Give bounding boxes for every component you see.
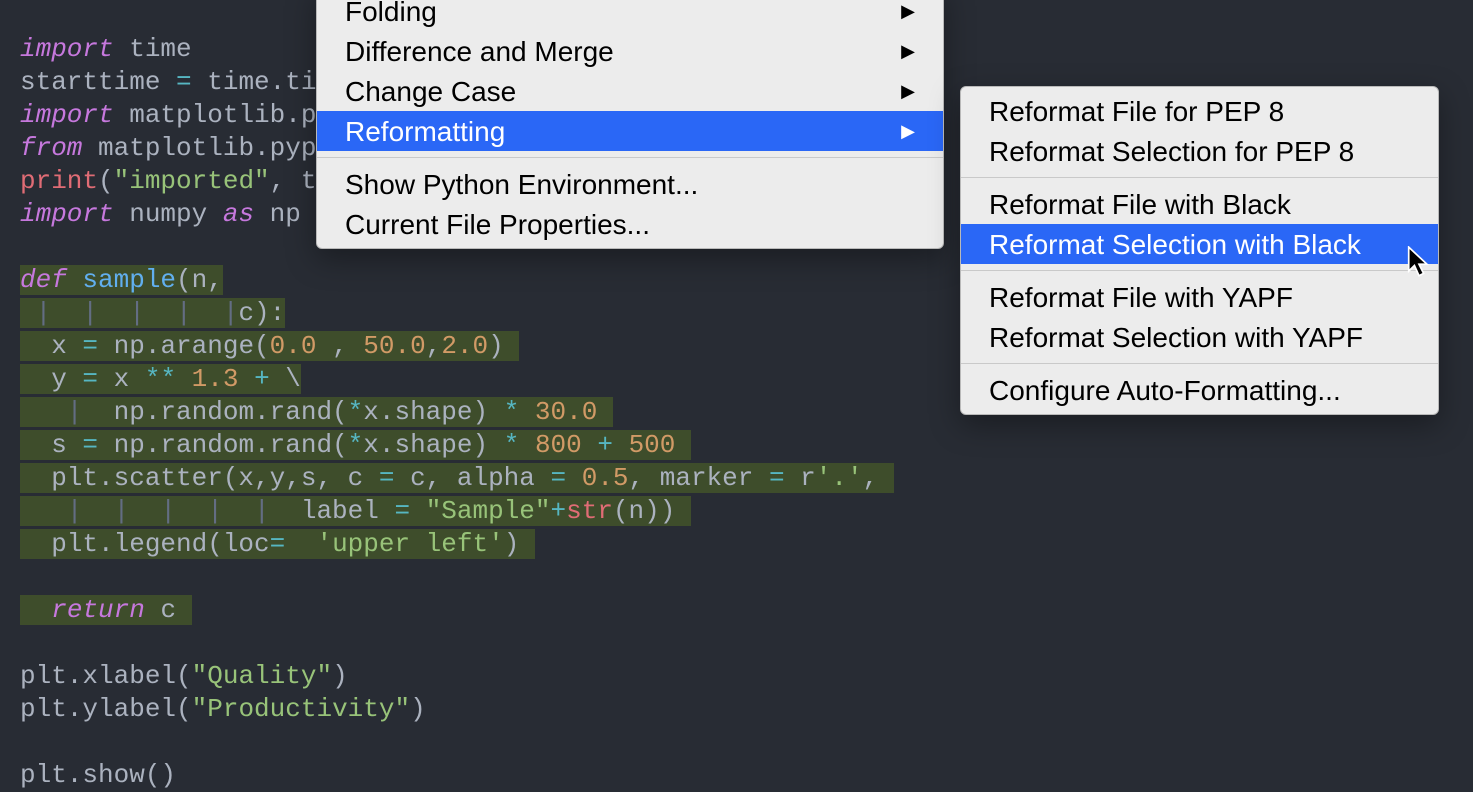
menu-item-label: Current File Properties...	[345, 208, 650, 241]
menu-item-label: Configure Auto-Formatting...	[989, 374, 1341, 407]
menu-separator	[961, 270, 1438, 271]
menu-item-label: Show Python Environment...	[345, 168, 698, 201]
menu-separator	[961, 363, 1438, 364]
code-line: plt.xlabel("Quality")	[20, 661, 348, 691]
menu-separator	[961, 177, 1438, 178]
submenu-arrow-icon: ▶	[901, 35, 915, 68]
code-line: import time	[20, 34, 192, 64]
code-line: from matplotlib.pyp	[20, 133, 316, 163]
menu-item-configure-auto-formatting[interactable]: Configure Auto-Formatting...	[961, 370, 1438, 410]
code-line-selected: def sample(n,	[20, 265, 223, 295]
menu-item-label: Reformat File with YAPF	[989, 281, 1293, 314]
code-line-selected: | np.random.rand(*x.shape) * 30.0	[20, 397, 613, 427]
menu-item-label: Reformat Selection with YAPF	[989, 321, 1363, 354]
menu-item-label: Reformatting	[345, 115, 505, 148]
menu-item-reformat-selection-yapf[interactable]: Reformat Selection with YAPF	[961, 317, 1438, 357]
code-line-selected: s = np.random.rand(*x.shape) * 800 + 500	[20, 430, 691, 460]
submenu-arrow-icon: ▶	[901, 0, 915, 28]
code-line-selected: | | | | | label = "Sample"+str(n))	[20, 496, 691, 526]
context-menu: Folding ▶ Difference and Merge ▶ Change …	[316, 0, 944, 249]
submenu-arrow-icon: ▶	[901, 115, 915, 148]
code-line-selected: y = x ** 1.3 + \	[20, 364, 301, 394]
code-line: import matplotlib.p	[20, 100, 316, 130]
menu-item-reformatting[interactable]: Reformatting ▶	[317, 111, 943, 151]
blank-line	[20, 562, 36, 592]
menu-item-folding[interactable]: Folding ▶	[317, 0, 943, 31]
code-line-selected: return c	[20, 595, 192, 625]
menu-item-label: Folding	[345, 0, 437, 28]
code-line: plt.show()	[20, 760, 176, 790]
menu-item-label: Reformat File for PEP 8	[989, 95, 1284, 128]
menu-item-diff-merge[interactable]: Difference and Merge ▶	[317, 31, 943, 71]
code-line: starttime = time.ti	[20, 67, 316, 97]
menu-item-file-properties[interactable]: Current File Properties...	[317, 204, 943, 244]
code-line: import numpy as np	[20, 199, 301, 229]
code-line-selected: plt.legend(loc= 'upper left')	[20, 529, 535, 559]
menu-item-reformat-selection-pep8[interactable]: Reformat Selection for PEP 8	[961, 131, 1438, 171]
code-line: plt.ylabel("Productivity")	[20, 694, 426, 724]
code-line-selected: plt.scatter(x,y,s, c = c, alpha = 0.5, m…	[20, 463, 894, 493]
menu-item-reformat-file-yapf[interactable]: Reformat File with YAPF	[961, 277, 1438, 317]
menu-item-label: Reformat Selection for PEP 8	[989, 135, 1354, 168]
menu-item-show-python-env[interactable]: Show Python Environment...	[317, 164, 943, 204]
menu-item-reformat-selection-black[interactable]: Reformat Selection with Black	[961, 224, 1438, 264]
menu-item-reformat-file-black[interactable]: Reformat File with Black	[961, 184, 1438, 224]
menu-item-label: Difference and Merge	[345, 35, 614, 68]
menu-item-label: Change Case	[345, 75, 516, 108]
code-line: print("imported", t	[20, 166, 316, 196]
menu-item-change-case[interactable]: Change Case ▶	[317, 71, 943, 111]
menu-item-label: Reformat File with Black	[989, 188, 1291, 221]
menu-separator	[317, 157, 943, 158]
code-line-selected: x = np.arange(0.0 , 50.0,2.0)	[20, 331, 519, 361]
code-line-selected: | | | | |c):	[20, 298, 285, 328]
menu-item-label: Reformat Selection with Black	[989, 228, 1361, 261]
menu-item-reformat-file-pep8[interactable]: Reformat File for PEP 8	[961, 91, 1438, 131]
reformatting-submenu: Reformat File for PEP 8 Reformat Selecti…	[960, 86, 1439, 415]
submenu-arrow-icon: ▶	[901, 75, 915, 108]
